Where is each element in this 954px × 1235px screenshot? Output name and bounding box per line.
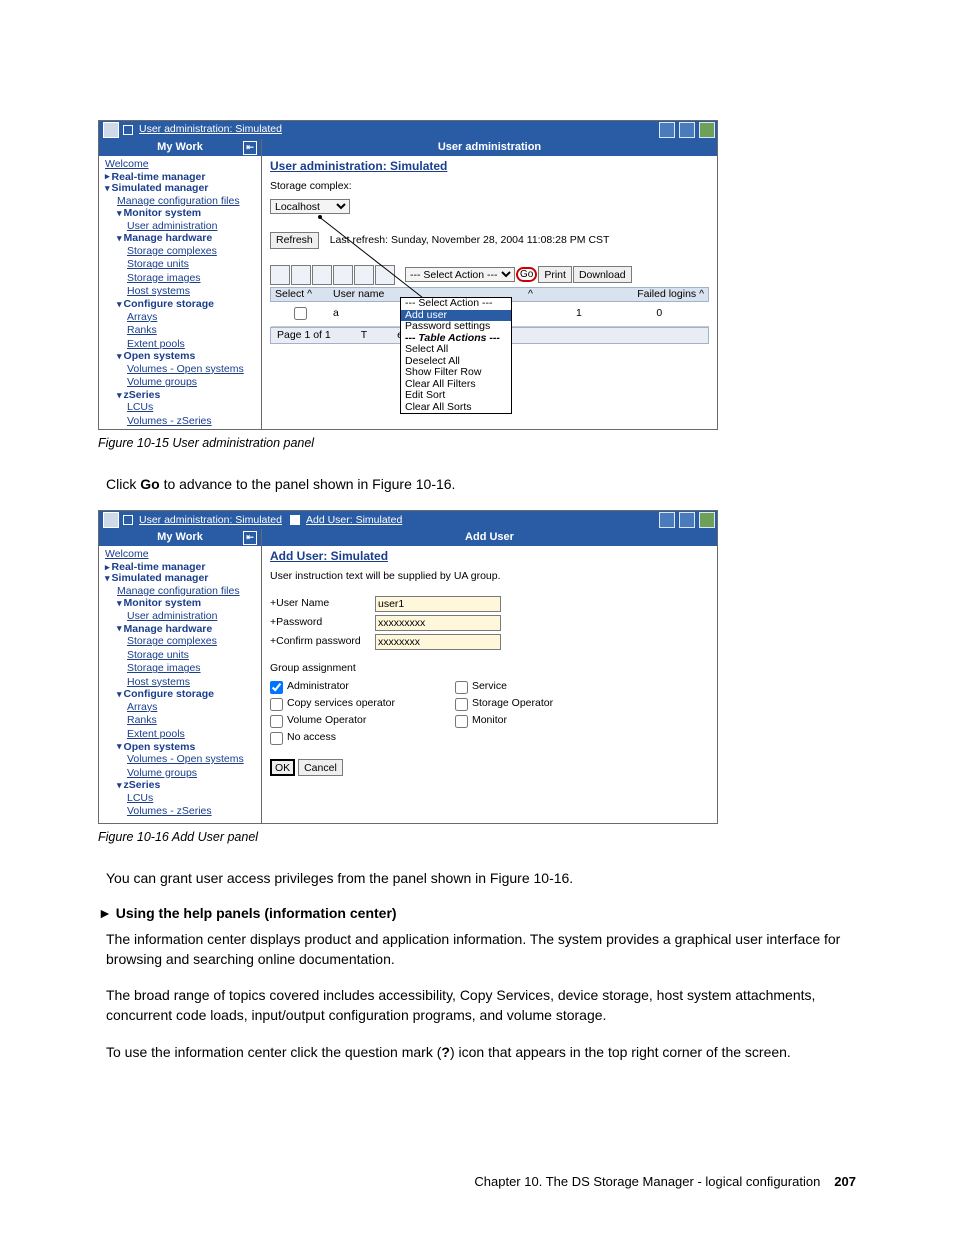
section-heading: Using the help panels (information cente… <box>98 905 856 921</box>
confirm-password-input[interactable] <box>375 634 501 650</box>
nav-volumes-open-systems[interactable]: Volumes - Open systems <box>105 363 257 377</box>
cb-storage-operator[interactable] <box>455 698 468 711</box>
nav-tree: Welcome Real-time manager Simulated mana… <box>99 546 261 826</box>
body-text: To use the information center click the … <box>98 1042 856 1062</box>
cb-volume-operator[interactable] <box>270 715 283 728</box>
refresh-button[interactable]: Refresh <box>270 232 319 249</box>
nav-host-systems[interactable]: Host systems <box>105 285 257 299</box>
cell-failed: 0 <box>610 302 709 327</box>
nav-storage-units[interactable]: Storage units <box>105 258 257 272</box>
cb-no-access[interactable] <box>270 732 283 745</box>
nav-user-administration[interactable]: User administration <box>105 220 257 234</box>
password-input[interactable] <box>375 615 501 631</box>
figure-caption-16: Figure 10-16 Add User panel <box>98 830 856 844</box>
nav-header: My Work⇤ <box>99 529 261 546</box>
download-button[interactable]: Download <box>573 266 632 283</box>
action-dropdown[interactable]: --- Select Action --- Add user Password … <box>400 297 512 414</box>
collapse-icon[interactable]: ⇤ <box>243 531 257 545</box>
toolbar-icon[interactable] <box>270 265 290 285</box>
ok-button[interactable]: OK <box>270 759 295 776</box>
go-button[interactable]: Go <box>516 267 537 282</box>
nav-lcus[interactable]: LCUs <box>105 401 257 415</box>
th-select[interactable]: Select ^ <box>271 287 330 302</box>
window-button[interactable] <box>659 122 675 138</box>
window-button[interactable] <box>679 512 695 528</box>
cancel-button[interactable]: Cancel <box>298 759 343 776</box>
nav-volumes-zseries[interactable]: Volumes - zSeries <box>105 415 257 429</box>
figure-10-15: User administration: Simulated My Work⇤ … <box>98 120 856 430</box>
body-text: Click Go to advance to the panel shown i… <box>98 474 856 494</box>
window-titlebar: User administration: Simulated <box>99 121 717 139</box>
user-name-input[interactable] <box>375 596 501 612</box>
nav-manage-config-files[interactable]: Manage configuration files <box>105 195 257 209</box>
breadcrumb[interactable]: User administration: Simulated <box>139 515 282 527</box>
th-status[interactable]: ^ <box>524 287 572 302</box>
breadcrumb[interactable]: User administration: Simulated <box>139 124 282 136</box>
body-text: The broad range of topics covered includ… <box>98 985 856 1026</box>
app-icon <box>103 122 119 138</box>
body-text: The information center displays product … <box>98 929 856 970</box>
collapse-icon[interactable]: ⇤ <box>243 141 257 155</box>
cb-service[interactable] <box>455 681 468 694</box>
nav-configure-storage[interactable]: Configure storage <box>105 299 257 311</box>
toolbar-icon[interactable] <box>354 265 374 285</box>
last-refresh-text: Last refresh: Sunday, November 28, 2004 … <box>330 234 610 246</box>
window-button[interactable] <box>659 512 675 528</box>
breadcrumb[interactable]: Add User: Simulated <box>306 515 402 527</box>
nav-volume-groups[interactable]: Volume groups <box>105 376 257 390</box>
figure-caption-15: Figure 10-15 User administration panel <box>98 436 856 450</box>
nav-header: My Work⇤ <box>99 139 261 156</box>
user-name-label: +User Name <box>270 598 375 610</box>
cb-administrator[interactable] <box>270 681 283 694</box>
window-button[interactable] <box>679 122 695 138</box>
nav-manage-hardware[interactable]: Manage hardware <box>105 233 257 245</box>
th-failed-logins[interactable]: Failed logins ^ <box>610 287 709 302</box>
toolbar-icon[interactable] <box>312 265 332 285</box>
main-header: User administration <box>262 139 717 156</box>
instruction-text: User instruction text will be supplied b… <box>270 571 709 583</box>
nav-storage-complexes[interactable]: Storage complexes <box>105 245 257 259</box>
page-title: User administration: Simulated <box>270 160 709 173</box>
page-title: Add User: Simulated <box>270 550 709 563</box>
nav-ranks[interactable]: Ranks <box>105 324 257 338</box>
nav-zseries[interactable]: zSeries <box>105 390 257 402</box>
help-icon[interactable] <box>699 122 715 138</box>
cb-monitor[interactable] <box>455 715 468 728</box>
window-titlebar: User administration: Simulated Add User:… <box>99 511 717 529</box>
action-select[interactable]: --- Select Action --- <box>405 267 515 282</box>
nav-simulated-manager[interactable]: Simulated manager <box>105 183 257 195</box>
page-indicator: Page 1 of 1 <box>277 330 331 342</box>
print-button[interactable]: Print <box>538 266 572 283</box>
app-icon <box>103 512 119 528</box>
nav-tree: Welcome Real-time manager Simulated mana… <box>99 156 261 436</box>
nav-arrays[interactable]: Arrays <box>105 311 257 325</box>
nav-monitor-system[interactable]: Monitor system <box>105 208 257 220</box>
storage-complex-label: Storage complex: <box>270 180 352 192</box>
toolbar-icon[interactable] <box>333 265 353 285</box>
cb-copy-services-operator[interactable] <box>270 698 283 711</box>
row-checkbox[interactable] <box>294 307 307 320</box>
body-text: You can grant user access privileges fro… <box>98 868 856 888</box>
nav-open-systems[interactable]: Open systems <box>105 351 257 363</box>
toolbar-icon[interactable] <box>291 265 311 285</box>
cell-n: 1 <box>572 302 610 327</box>
nav-storage-images[interactable]: Storage images <box>105 272 257 286</box>
figure-10-16: User administration: Simulated Add User:… <box>98 510 856 824</box>
page-footer: Chapter 10. The DS Storage Manager - log… <box>0 1174 954 1189</box>
confirm-password-label: +Confirm password <box>270 636 375 648</box>
nav-extent-pools[interactable]: Extent pools <box>105 338 257 352</box>
password-label: +Password <box>270 617 375 629</box>
storage-complex-select[interactable]: Localhost <box>270 199 350 214</box>
group-assignment-label: Group assignment <box>270 663 709 675</box>
nav-welcome[interactable]: Welcome <box>105 158 257 172</box>
help-icon[interactable] <box>699 512 715 528</box>
main-header: Add User <box>262 529 717 546</box>
